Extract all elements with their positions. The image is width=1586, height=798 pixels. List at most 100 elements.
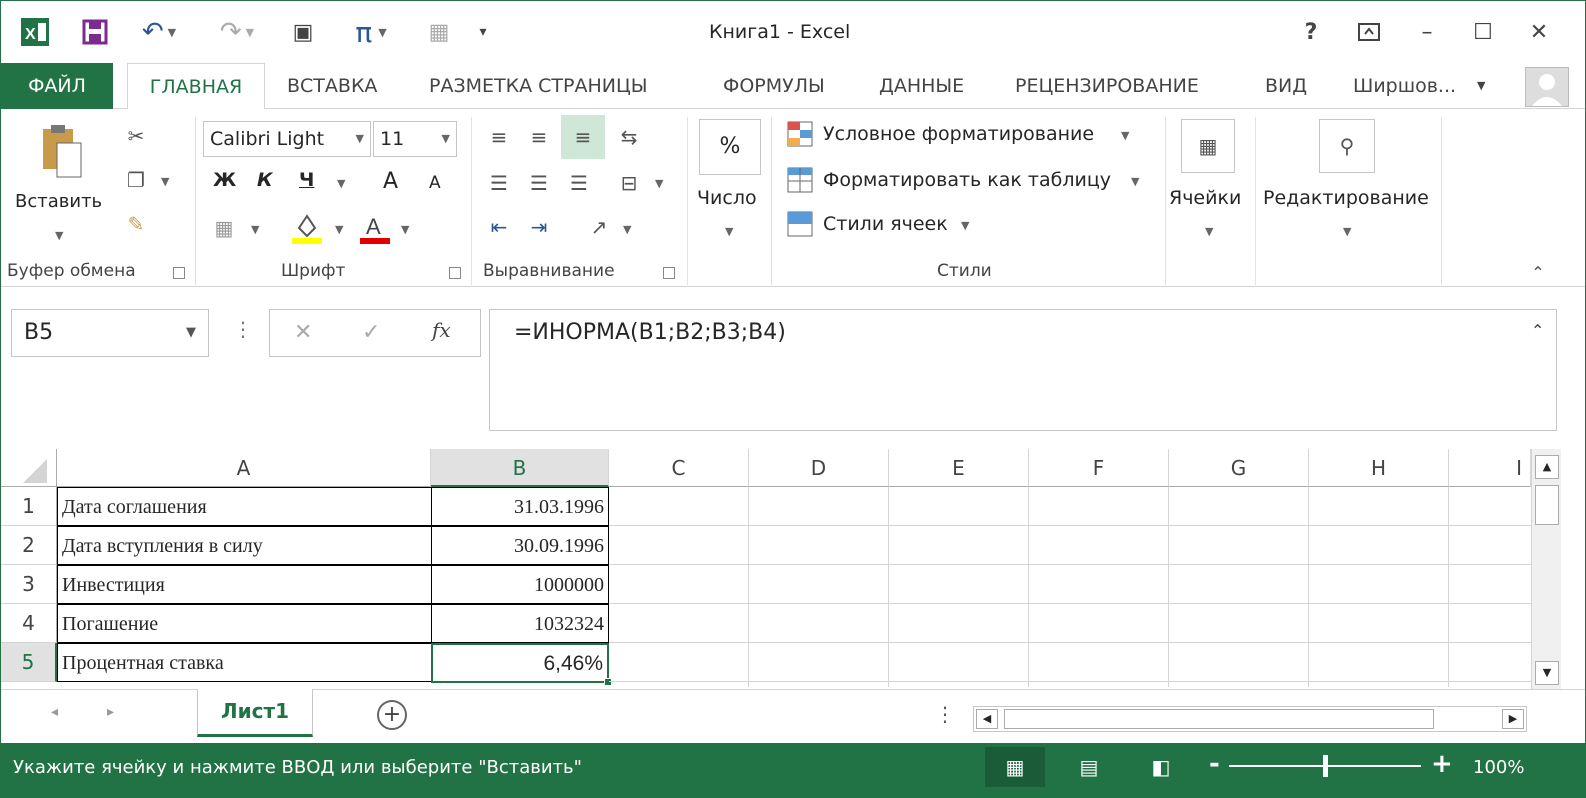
insert-function-icon[interactable]: ▦ (419, 15, 459, 49)
conditional-formatting-dropdown-icon[interactable]: ▼ (1121, 129, 1129, 142)
cell-b5[interactable]: 6,46% (431, 643, 609, 683)
zoom-in-button[interactable]: + (1431, 749, 1453, 779)
page-layout-view-icon[interactable]: ▤ (1059, 747, 1119, 787)
maximize-button[interactable]: ☐ (1463, 15, 1503, 49)
orientation-icon[interactable]: ↗ (581, 209, 617, 245)
font-color-dropdown-icon[interactable]: ▼ (401, 223, 409, 236)
fill-color-icon[interactable] (289, 209, 325, 245)
cancel-icon[interactable]: ✕ (294, 320, 312, 345)
copy-icon[interactable]: ❐ (119, 163, 153, 197)
tab-file[interactable]: ФАЙЛ (1, 63, 113, 109)
row-header[interactable]: 3 (1, 565, 57, 604)
merge-dropdown-icon[interactable]: ▼ (655, 177, 663, 190)
font-name-combo[interactable]: Calibri Light ▼ (203, 121, 371, 157)
empty-cells-area[interactable] (609, 487, 1531, 687)
merge-center-icon[interactable]: ⊟ (611, 165, 647, 201)
enter-icon[interactable]: ✓ (362, 320, 380, 345)
collapse-ribbon-icon[interactable]: ⌃ (1525, 259, 1551, 285)
column-header-f[interactable]: F (1029, 449, 1169, 487)
column-header-e[interactable]: E (889, 449, 1029, 487)
insert-function-button[interactable]: fx (432, 318, 451, 342)
tab-view[interactable]: ВИД (1265, 63, 1307, 109)
align-middle-icon[interactable]: ≡ (521, 119, 557, 155)
font-name-dropdown-icon[interactable]: ▼ (356, 122, 364, 156)
zoom-out-button[interactable]: - (1209, 749, 1220, 779)
tab-insert[interactable]: ВСТАВКА (287, 63, 377, 109)
vertical-scrollbar[interactable]: ▲ ▼ (1531, 449, 1561, 689)
column-header-a[interactable]: A (57, 449, 431, 487)
row-header[interactable]: 5 (1, 643, 57, 682)
tab-review[interactable]: РЕЦЕНЗИРОВАНИЕ (1015, 63, 1199, 109)
undo-icon[interactable]: ↶ ▼ (129, 15, 189, 49)
clipboard-launcher-icon[interactable] (173, 267, 185, 279)
excel-logo-icon[interactable]: X (15, 15, 55, 49)
collapse-formula-bar-icon[interactable]: ⌃ (1531, 321, 1544, 340)
cell-a3[interactable]: Инвестиция (57, 565, 432, 604)
row-header[interactable]: 1 (1, 487, 57, 526)
cut-icon[interactable]: ✂ (119, 119, 153, 153)
grow-font-button[interactable]: A (383, 169, 398, 194)
scroll-up-icon[interactable]: ▲ (1535, 455, 1559, 479)
align-bottom-icon[interactable]: ≡ (561, 115, 605, 159)
find-binoculars-icon[interactable]: ⚲ (1319, 119, 1375, 173)
align-left-icon[interactable]: ☰ (481, 165, 517, 201)
ribbon-display-options-icon[interactable] (1349, 15, 1389, 49)
user-dropdown-icon[interactable]: ▼ (1477, 63, 1485, 109)
sheet-prev-icon[interactable]: ◂ (51, 704, 58, 720)
formula-input[interactable]: =ИНОРМА(B1;B2;B3;B4) (489, 309, 1557, 431)
cell-b2[interactable]: 30.09.1996 (431, 526, 609, 565)
column-header-g[interactable]: G (1169, 449, 1309, 487)
paste-dropdown-icon[interactable]: ▼ (55, 229, 63, 242)
column-header-h[interactable]: H (1309, 449, 1449, 487)
alignment-launcher-icon[interactable] (663, 267, 675, 279)
conditional-formatting-icon[interactable] (785, 119, 815, 149)
tab-data[interactable]: ДАННЫЕ (879, 63, 964, 109)
scroll-left-icon[interactable]: ◀ (976, 709, 998, 729)
orientation-dropdown-icon[interactable]: ▼ (623, 223, 631, 236)
increase-indent-icon[interactable]: ⇥ (521, 209, 557, 245)
copy-dropdown-icon[interactable]: ▼ (161, 175, 169, 188)
align-center-icon[interactable]: ☰ (521, 165, 557, 201)
customize-qat-icon[interactable]: ▾ (471, 15, 495, 49)
vertical-scroll-thumb[interactable] (1535, 485, 1559, 525)
formula-bar-grip-icon[interactable]: ⋮ (233, 317, 253, 341)
tab-formulas[interactable]: ФОРМУЛЫ (723, 63, 825, 109)
column-header-b[interactable]: B (431, 449, 609, 487)
borders-dropdown-icon[interactable]: ▼ (251, 223, 259, 236)
cell-b1[interactable]: 31.03.1996 (431, 487, 609, 526)
pi-equation-icon[interactable]: π ▼ (341, 15, 401, 49)
fill-color-dropdown-icon[interactable]: ▼ (335, 223, 343, 236)
font-color-icon[interactable]: A (357, 209, 393, 245)
font-launcher-icon[interactable] (449, 267, 461, 279)
decrease-indent-icon[interactable]: ⇤ (481, 209, 517, 245)
page-break-view-icon[interactable]: ◧ (1131, 747, 1191, 787)
row-header[interactable]: 4 (1, 604, 57, 643)
font-size-dropdown-icon[interactable]: ▼ (442, 122, 450, 156)
bold-button[interactable]: Ж (213, 169, 236, 191)
editing-dropdown-icon[interactable]: ▼ (1343, 225, 1351, 238)
save-icon[interactable] (75, 15, 115, 49)
horizontal-scrollbar[interactable]: ◀ ▶ (973, 706, 1527, 732)
horizontal-scroll-thumb[interactable] (1004, 709, 1434, 729)
cells-icon[interactable]: ▦ (1181, 119, 1235, 173)
scroll-down-icon[interactable]: ▼ (1535, 661, 1559, 685)
column-header-i[interactable]: I (1449, 449, 1531, 487)
row-header[interactable]: 2 (1, 526, 57, 565)
redo-icon[interactable]: ↷ ▼ (207, 15, 267, 49)
name-box[interactable]: B5 ▼ (11, 309, 209, 357)
name-box-dropdown-icon[interactable]: ▼ (186, 310, 196, 356)
underline-button[interactable]: Ч (299, 169, 314, 191)
zoom-slider-thumb[interactable] (1323, 755, 1328, 777)
tab-page-layout[interactable]: РАЗМЕТКА СТРАНИЦЫ (429, 63, 648, 109)
column-header-c[interactable]: C (609, 449, 749, 487)
align-top-icon[interactable]: ≡ (481, 119, 517, 155)
borders-icon[interactable]: ▦ (207, 211, 241, 245)
help-button[interactable]: ? (1291, 15, 1331, 49)
italic-button[interactable]: К (257, 169, 273, 191)
percent-button[interactable]: % (699, 119, 761, 175)
font-size-combo[interactable]: 11 ▼ (373, 121, 457, 157)
align-right-icon[interactable]: ☰ (561, 165, 597, 201)
format-as-table-dropdown-icon[interactable]: ▼ (1131, 175, 1139, 188)
number-format-button[interactable]: Число (697, 187, 757, 209)
normal-view-icon[interactable]: ▦ (985, 747, 1045, 787)
